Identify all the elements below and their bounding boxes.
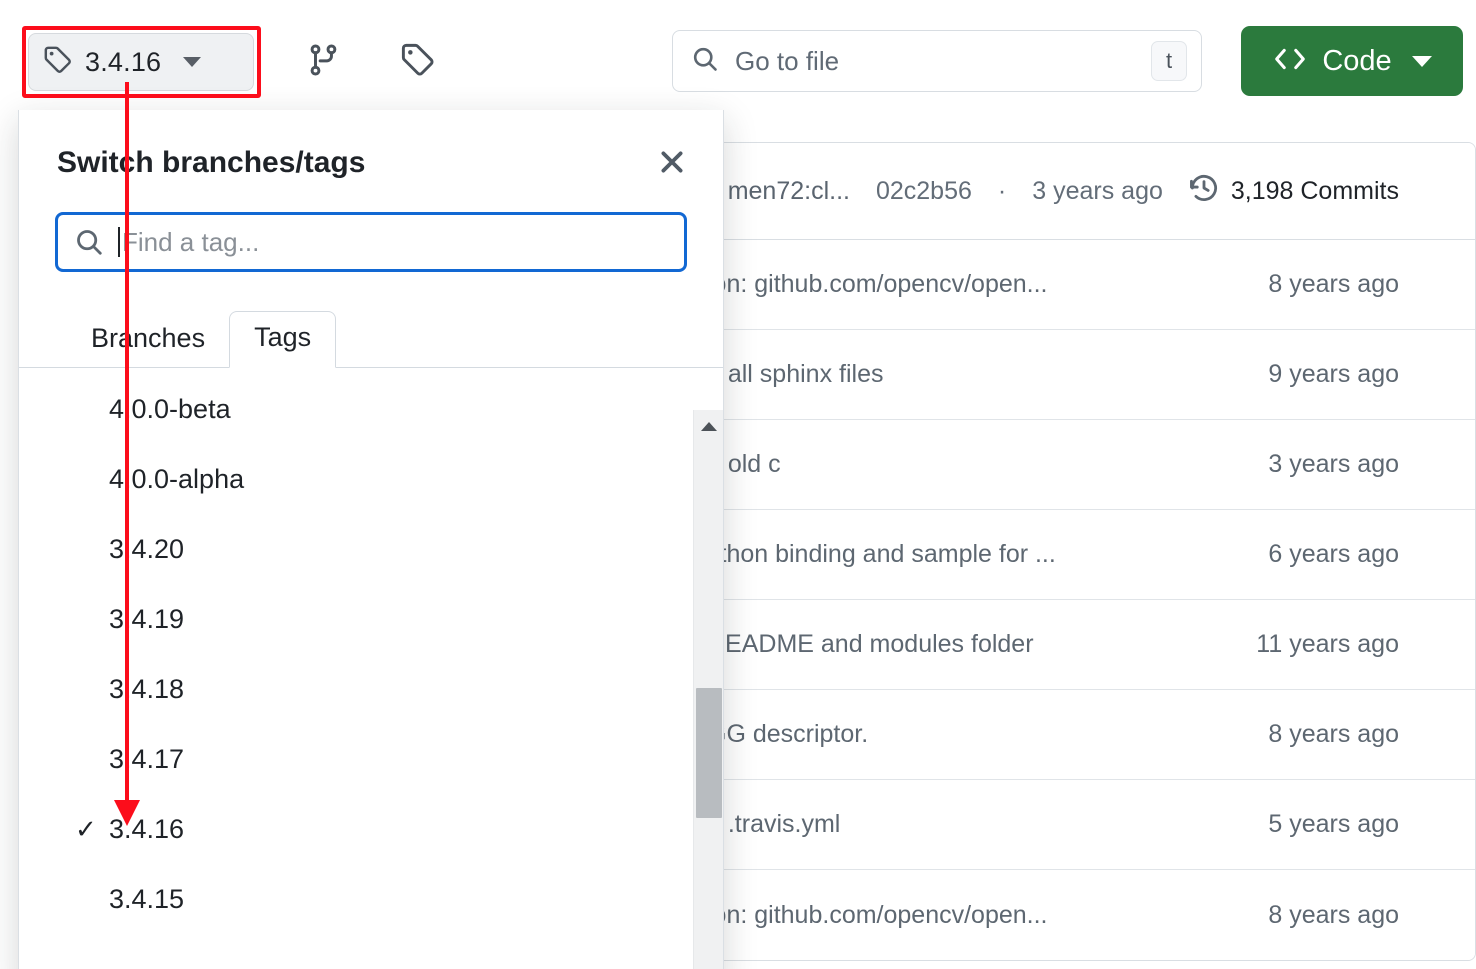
code-button[interactable]: Code	[1241, 26, 1463, 96]
scroll-up-arrow-icon[interactable]	[701, 422, 717, 431]
file-commit-message: ion: github.com/opencv/open...	[707, 901, 1268, 930]
file-commit-age: 6 years ago	[1268, 540, 1399, 569]
latest-commit-bar: men72:cl... 02c2b56 · 3 years ago 3,198 …	[673, 143, 1475, 240]
go-to-file-placeholder: Go to file	[735, 46, 1151, 77]
tags-link[interactable]	[396, 40, 440, 84]
scrollbar-thumb[interactable]	[696, 688, 722, 818]
file-commit-message: p old c	[707, 450, 1268, 479]
history-icon	[1189, 173, 1219, 210]
table-row[interactable]: ion: github.com/opencv/open...8 years ag…	[673, 870, 1475, 960]
list-item[interactable]: 3.4.17	[19, 724, 723, 794]
list-item[interactable]: 3.4.15	[19, 864, 723, 934]
commit-age: 3 years ago	[1032, 177, 1163, 206]
file-commit-message: ython binding and sample for ...	[707, 540, 1268, 569]
tag-icon	[43, 45, 73, 80]
table-row[interactable]: p old c3 years ago	[673, 420, 1475, 510]
tag-name: 4.0.0-beta	[109, 394, 231, 425]
dropdown-title: Switch branches/tags	[57, 130, 649, 180]
file-rows: ion: github.com/opencv/open...8 years ag…	[673, 240, 1475, 960]
file-commit-age: 8 years ago	[1268, 270, 1399, 299]
commit-sha[interactable]: 02c2b56	[876, 177, 972, 206]
tag-list: 4.0.0-beta 4.0.0-alpha 3.4.20 3.4.19 3.4.18 3…	[19, 368, 723, 934]
list-item[interactable]: 4.0.0-alpha	[19, 444, 723, 514]
file-commit-message: ion: github.com/opencv/open...	[707, 270, 1268, 299]
branch-tag-switcher-button[interactable]: 3.4.16	[28, 33, 254, 91]
find-tag-wrap: Find a tag...	[19, 200, 723, 298]
dropdown-scrollbar[interactable]	[693, 410, 723, 969]
tag-name: 3.4.17	[109, 744, 184, 775]
tag-name: 4.0.0-alpha	[109, 464, 244, 495]
table-row[interactable]: README and modules folder11 years ago	[673, 600, 1475, 690]
table-row[interactable]: GG descriptor.8 years ago	[673, 690, 1475, 780]
git-branch-icon	[307, 43, 341, 82]
file-commit-age: 5 years ago	[1268, 810, 1399, 839]
file-commit-message: README and modules folder	[707, 630, 1256, 659]
search-icon	[691, 45, 719, 78]
code-brackets-icon	[1272, 44, 1308, 79]
file-commit-message: e .travis.yml	[707, 810, 1268, 839]
table-row[interactable]: e all sphinx files9 years ago	[673, 330, 1475, 420]
table-row[interactable]: e .travis.yml5 years ago	[673, 780, 1475, 870]
file-commit-age: 3 years ago	[1268, 450, 1399, 479]
find-tag-input[interactable]: Find a tag...	[55, 212, 687, 272]
chevron-down-icon	[1412, 56, 1432, 67]
dropdown-tabs: BranchesTags	[19, 298, 723, 368]
tag-name: 3.4.20	[109, 534, 184, 565]
switch-branches-tags-dropdown: Switch branches/tags Find a tag... Bran	[18, 110, 724, 969]
file-commit-age: 9 years ago	[1268, 360, 1399, 389]
code-button-label: Code	[1322, 45, 1391, 78]
file-commit-age: 8 years ago	[1268, 720, 1399, 749]
table-row[interactable]: ython binding and sample for ...6 years …	[673, 510, 1475, 600]
list-item[interactable]: 3.4.18	[19, 654, 723, 724]
tag-name: 3.4.16	[109, 814, 184, 845]
search-icon	[74, 227, 104, 257]
branches-link[interactable]	[302, 40, 346, 84]
commits-count-label: 3,198 Commits	[1231, 177, 1399, 206]
find-tag-placeholder: Find a tag...	[122, 227, 259, 258]
dropdown-header: Switch branches/tags	[19, 110, 723, 200]
file-commit-message: e all sphinx files	[707, 360, 1268, 389]
commits-count-link[interactable]: 3,198 Commits	[1189, 173, 1399, 210]
text-cursor	[118, 227, 120, 257]
go-to-file-search[interactable]: Go to file t	[672, 30, 1202, 92]
check-icon: ✓	[75, 814, 97, 845]
list-item[interactable]: ✓ 3.4.16	[19, 794, 723, 864]
tag-name: 3.4.18	[109, 674, 184, 705]
file-commit-age: 11 years ago	[1256, 630, 1399, 659]
commit-separator: ·	[998, 177, 1006, 206]
tag-icon	[400, 42, 436, 83]
commit-author[interactable]: men72:cl...	[728, 177, 850, 206]
go-to-file-shortcut-key: t	[1151, 41, 1187, 81]
tab-tags[interactable]: Tags	[229, 311, 336, 368]
file-commit-age: 8 years ago	[1268, 901, 1399, 930]
list-item[interactable]: 4.0.0-beta	[19, 374, 723, 444]
file-listing-box: men72:cl... 02c2b56 · 3 years ago 3,198 …	[672, 142, 1476, 961]
tag-name: 3.4.15	[109, 884, 184, 915]
list-item[interactable]: 3.4.19	[19, 584, 723, 654]
tab-branches[interactable]: Branches	[67, 313, 229, 368]
close-icon[interactable]	[649, 139, 695, 185]
table-row[interactable]: ion: github.com/opencv/open...8 years ag…	[673, 240, 1475, 330]
github-repo-header-screen: 3.4.16 Go to f	[0, 0, 1476, 969]
list-item[interactable]: 3.4.20	[19, 514, 723, 584]
chevron-down-icon	[183, 57, 201, 67]
file-commit-message: GG descriptor.	[707, 720, 1268, 749]
branch-tag-switcher-label: 3.4.16	[85, 47, 161, 78]
tag-name: 3.4.19	[109, 604, 184, 635]
